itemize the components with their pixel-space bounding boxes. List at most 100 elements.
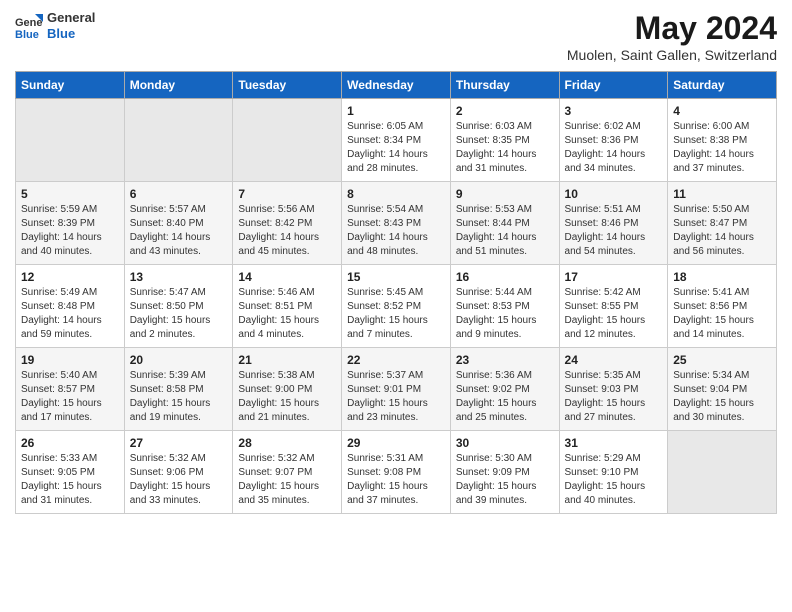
calendar-cell: 4 Sunrise: 6:00 AM Sunset: 8:38 PM Daylig… [668, 99, 777, 182]
calendar-cell: 1 Sunrise: 6:05 AM Sunset: 8:34 PM Daylig… [342, 99, 451, 182]
day-info: Sunrise: 6:00 AM Sunset: 8:38 PM Dayligh… [673, 120, 771, 176]
day-info: Sunrise: 5:46 AM Sunset: 8:51 PM Dayligh… [238, 286, 336, 342]
calendar-cell: 21Sunrise: 5:38 AM Sunset: 9:00 PM Dayli… [233, 348, 342, 431]
day-info: Sunrise: 5:37 AM Sunset: 9:01 PM Dayligh… [347, 369, 445, 425]
day-info: Sunrise: 5:35 AM Sunset: 9:03 PM Dayligh… [565, 369, 663, 425]
week-row-3: 12 Sunrise: 5:49 AM Sunset: 8:48 PM Dayli… [16, 265, 777, 348]
week-row-5: 26 Sunrise: 5:33 AM Sunset: 9:05 PM Dayli… [16, 431, 777, 514]
day-number: 30 [456, 436, 554, 450]
day-number: 25 [673, 353, 771, 367]
day-number: 27 [130, 436, 228, 450]
day-info: Sunrise: 5:30 AM Sunset: 9:09 PM Dayligh… [456, 452, 554, 508]
day-info: Sunrise: 5:39 AM Sunset: 8:58 PM Dayligh… [130, 369, 228, 425]
calendar-cell [124, 99, 233, 182]
day-info: Sunrise: 5:34 AM Sunset: 9:04 PM Dayligh… [673, 369, 771, 425]
day-number: 24 [565, 353, 663, 367]
calendar-cell: 6Sunrise: 5:57 AM Sunset: 8:40 PM Daylig… [124, 182, 233, 265]
calendar-cell: 12 Sunrise: 5:49 AM Sunset: 8:48 PM Dayli… [16, 265, 125, 348]
logo-line1: General [47, 10, 95, 26]
day-info: Sunrise: 5:33 AM Sunset: 9:05 PM Dayligh… [21, 452, 119, 508]
calendar-cell: 23Sunrise: 5:36 AM Sunset: 9:02 PM Dayli… [450, 348, 559, 431]
day-number: 3 [565, 104, 663, 118]
day-number: 20 [130, 353, 228, 367]
calendar-cell: 16 Sunrise: 5:44 AM Sunset: 8:53 PM Dayli… [450, 265, 559, 348]
day-info: Sunrise: 5:42 AM Sunset: 8:55 PM Dayligh… [565, 286, 663, 342]
header-row: SundayMondayTuesdayWednesdayThursdayFrid… [16, 72, 777, 99]
title-section: May 2024 Muolen, Saint Gallen, Switzerla… [567, 10, 777, 63]
day-number: 11 [673, 187, 771, 201]
calendar-cell: 25 Sunrise: 5:34 AM Sunset: 9:04 PM Dayli… [668, 348, 777, 431]
calendar-cell: 8 Sunrise: 5:54 AM Sunset: 8:43 PM Daylig… [342, 182, 451, 265]
calendar-cell: 14 Sunrise: 5:46 AM Sunset: 8:51 PM Dayli… [233, 265, 342, 348]
day-info: Sunrise: 5:49 AM Sunset: 8:48 PM Dayligh… [21, 286, 119, 342]
logo-line2: Blue [47, 26, 95, 42]
calendar-cell [16, 99, 125, 182]
day-info: Sunrise: 5:29 AM Sunset: 9:10 PM Dayligh… [565, 452, 663, 508]
day-info: Sunrise: 5:47 AM Sunset: 8:50 PM Dayligh… [130, 286, 228, 342]
calendar-cell: 19Sunrise: 5:40 AM Sunset: 8:57 PM Dayli… [16, 348, 125, 431]
header-sunday: Sunday [16, 72, 125, 99]
header-thursday: Thursday [450, 72, 559, 99]
header-saturday: Saturday [668, 72, 777, 99]
calendar-cell: 30 Sunrise: 5:30 AM Sunset: 9:09 PM Dayli… [450, 431, 559, 514]
day-number: 1 [347, 104, 445, 118]
logo-icon: General Blue [15, 12, 43, 40]
calendar-cell: 31 Sunrise: 5:29 AM Sunset: 9:10 PM Dayli… [559, 431, 668, 514]
day-number: 26 [21, 436, 119, 450]
week-row-1: 1 Sunrise: 6:05 AM Sunset: 8:34 PM Daylig… [16, 99, 777, 182]
calendar-cell: 9Sunrise: 5:53 AM Sunset: 8:44 PM Daylig… [450, 182, 559, 265]
day-number: 13 [130, 270, 228, 284]
day-number: 5 [21, 187, 119, 201]
day-number: 6 [130, 187, 228, 201]
day-number: 19 [21, 353, 119, 367]
day-number: 17 [565, 270, 663, 284]
day-number: 8 [347, 187, 445, 201]
week-row-2: 5 Sunrise: 5:59 AM Sunset: 8:39 PM Daylig… [16, 182, 777, 265]
day-info: Sunrise: 5:50 AM Sunset: 8:47 PM Dayligh… [673, 203, 771, 259]
calendar-cell: 18 Sunrise: 5:41 AM Sunset: 8:56 PM Dayli… [668, 265, 777, 348]
day-number: 31 [565, 436, 663, 450]
day-number: 29 [347, 436, 445, 450]
day-number: 10 [565, 187, 663, 201]
day-number: 21 [238, 353, 336, 367]
calendar-cell: 15Sunrise: 5:45 AM Sunset: 8:52 PM Dayli… [342, 265, 451, 348]
day-info: Sunrise: 5:54 AM Sunset: 8:43 PM Dayligh… [347, 203, 445, 259]
day-info: Sunrise: 5:32 AM Sunset: 9:06 PM Dayligh… [130, 452, 228, 508]
day-info: Sunrise: 6:05 AM Sunset: 8:34 PM Dayligh… [347, 120, 445, 176]
week-row-4: 19Sunrise: 5:40 AM Sunset: 8:57 PM Dayli… [16, 348, 777, 431]
day-number: 12 [21, 270, 119, 284]
calendar-cell: 29 Sunrise: 5:31 AM Sunset: 9:08 PM Dayli… [342, 431, 451, 514]
day-number: 22 [347, 353, 445, 367]
calendar-cell: 10Sunrise: 5:51 AM Sunset: 8:46 PM Dayli… [559, 182, 668, 265]
day-number: 7 [238, 187, 336, 201]
calendar-cell: 3 Sunrise: 6:02 AM Sunset: 8:36 PM Daylig… [559, 99, 668, 182]
calendar-cell [668, 431, 777, 514]
day-info: Sunrise: 5:44 AM Sunset: 8:53 PM Dayligh… [456, 286, 554, 342]
day-info: Sunrise: 5:36 AM Sunset: 9:02 PM Dayligh… [456, 369, 554, 425]
calendar-cell: 28Sunrise: 5:32 AM Sunset: 9:07 PM Dayli… [233, 431, 342, 514]
calendar-cell: 26 Sunrise: 5:33 AM Sunset: 9:05 PM Dayli… [16, 431, 125, 514]
day-info: Sunrise: 5:31 AM Sunset: 9:08 PM Dayligh… [347, 452, 445, 508]
calendar-cell: 2 Sunrise: 6:03 AM Sunset: 8:35 PM Daylig… [450, 99, 559, 182]
day-info: Sunrise: 5:56 AM Sunset: 8:42 PM Dayligh… [238, 203, 336, 259]
header-monday: Monday [124, 72, 233, 99]
day-number: 14 [238, 270, 336, 284]
subtitle: Muolen, Saint Gallen, Switzerland [567, 47, 777, 63]
day-info: Sunrise: 5:59 AM Sunset: 8:39 PM Dayligh… [21, 203, 119, 259]
svg-text:General: General [15, 17, 43, 29]
calendar-cell: 13 Sunrise: 5:47 AM Sunset: 8:50 PM Dayli… [124, 265, 233, 348]
day-info: Sunrise: 6:03 AM Sunset: 8:35 PM Dayligh… [456, 120, 554, 176]
calendar-cell [233, 99, 342, 182]
day-number: 16 [456, 270, 554, 284]
day-number: 18 [673, 270, 771, 284]
day-info: Sunrise: 6:02 AM Sunset: 8:36 PM Dayligh… [565, 120, 663, 176]
calendar-cell: 24 Sunrise: 5:35 AM Sunset: 9:03 PM Dayli… [559, 348, 668, 431]
day-number: 2 [456, 104, 554, 118]
day-number: 9 [456, 187, 554, 201]
day-info: Sunrise: 5:41 AM Sunset: 8:56 PM Dayligh… [673, 286, 771, 342]
header-tuesday: Tuesday [233, 72, 342, 99]
day-number: 4 [673, 104, 771, 118]
calendar-cell: 7 Sunrise: 5:56 AM Sunset: 8:42 PM Daylig… [233, 182, 342, 265]
svg-text:Blue: Blue [15, 29, 39, 40]
day-number: 15 [347, 270, 445, 284]
